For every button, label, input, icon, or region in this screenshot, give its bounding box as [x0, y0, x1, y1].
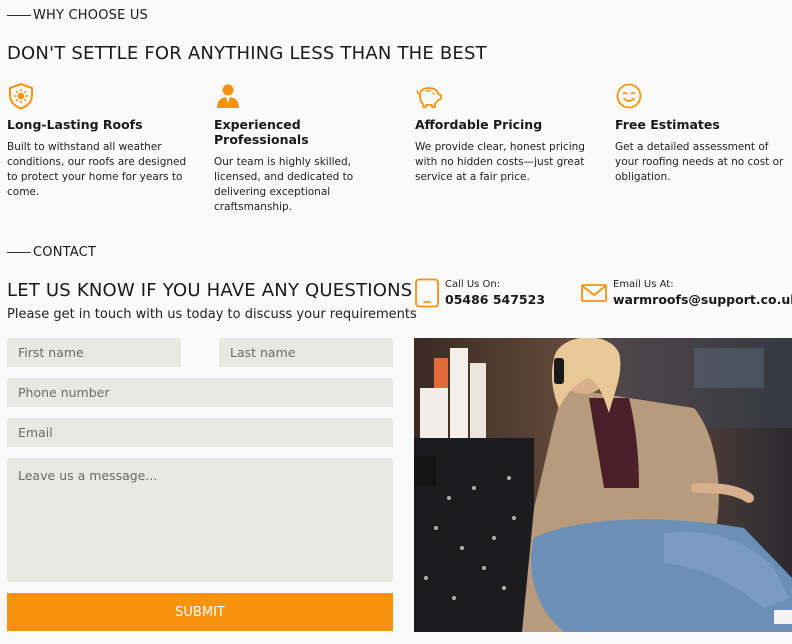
phone-number[interactable]: 05486 547523 [445, 292, 545, 307]
piggy-bank-icon [416, 87, 442, 108]
call-us-label: Call Us On: [445, 279, 501, 290]
feature-free-estimates: Free Estimates Get a detailed assessment… [615, 82, 792, 185]
envelope-icon [581, 284, 607, 302]
smiley-icon [616, 83, 642, 109]
worker-icon [217, 84, 239, 108]
contact-label-text: CONTACT [33, 245, 97, 260]
shield-sun-icon [9, 82, 33, 110]
feature-text: We provide clear, honest pricing with no… [415, 141, 585, 183]
email-us-block[interactable]: Email Us At: warmroofs@support.co.uk [580, 278, 792, 308]
contact-subtitle: Please get in touch with us today to dis… [7, 307, 417, 322]
why-choose-us-title: DON'T SETTLE FOR ANYTHING LESS THAN THE … [7, 43, 487, 64]
contact-label: CONTACT [7, 245, 96, 260]
email-address[interactable]: warmroofs@support.co.uk [613, 292, 792, 307]
photo-illustration [414, 338, 792, 632]
feature-text: Our team is highly skilled, licensed, an… [214, 156, 354, 213]
why-choose-us-label: WHY CHOOSE US [7, 8, 148, 23]
last-name-input[interactable] [219, 338, 393, 367]
feature-experienced-professionals: Experienced Professionals Our team is hi… [214, 82, 394, 215]
first-name-input[interactable] [7, 338, 181, 367]
divider-line [7, 252, 31, 253]
message-textarea[interactable] [7, 458, 393, 582]
call-us-text: Call Us On: 05486 547523 [445, 279, 545, 307]
email-input[interactable] [7, 418, 393, 447]
feature-title: Affordable Pricing [415, 117, 543, 132]
email-us-text: Email Us At: warmroofs@support.co.uk [613, 279, 792, 307]
why-choose-us-label-text: WHY CHOOSE US [33, 8, 148, 23]
feature-affordable-pricing: Affordable Pricing We provide clear, hon… [415, 82, 595, 185]
feature-text: Built to withstand all weather condition… [7, 141, 187, 198]
woman-on-phone-photo [414, 338, 792, 632]
phone-number-input[interactable] [7, 378, 393, 407]
feature-text: Get a detailed assessment of your roofin… [615, 141, 784, 183]
features-row: Long-Lasting Roofs Built to withstand al… [7, 82, 787, 215]
contact-title: LET US KNOW IF YOU HAVE ANY QUESTIONS [7, 280, 413, 301]
call-us-block[interactable]: Call Us On: 05486 547523 [414, 278, 545, 308]
divider-line [7, 15, 31, 16]
feature-title: Long-Lasting Roofs [7, 117, 143, 132]
feature-long-lasting-roofs: Long-Lasting Roofs Built to withstand al… [7, 82, 187, 200]
feature-title: Experienced Professionals [214, 117, 309, 147]
phone-icon [415, 278, 439, 308]
feature-title: Free Estimates [615, 117, 720, 132]
submit-button[interactable]: SUBMIT [7, 593, 393, 631]
email-us-label: Email Us At: [613, 279, 674, 290]
